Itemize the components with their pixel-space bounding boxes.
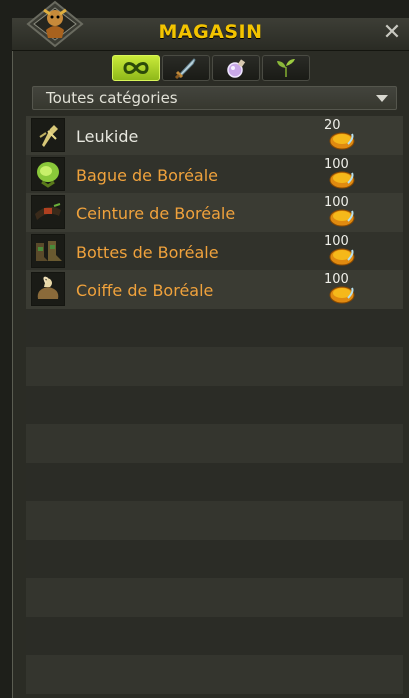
item-list: Leukide 20 Bague de Boréale 100 Ceinture… (26, 116, 403, 698)
empty-row (26, 462, 403, 501)
empty-row (26, 385, 403, 424)
list-item[interactable]: Bottes de Boréale 100 (26, 231, 403, 270)
empty-row (26, 539, 403, 578)
category-dropdown[interactable]: Toutes catégories (32, 86, 397, 110)
empty-row (26, 347, 403, 386)
empty-row (26, 655, 403, 694)
empty-row (26, 616, 403, 655)
hat-icon (31, 272, 65, 306)
empty-row (26, 501, 403, 540)
item-name: Bague de Boréale (76, 165, 219, 185)
list-item[interactable]: Leukide 20 (26, 116, 403, 155)
potion-icon (227, 59, 246, 78)
plant-icon (277, 59, 295, 77)
item-name: Leukide (76, 127, 139, 146)
tab-consumables[interactable] (212, 55, 260, 81)
tab-resources[interactable] (262, 55, 310, 81)
close-button[interactable]: ✕ (381, 20, 403, 46)
list-item[interactable]: Ceinture de Boréale 100 (26, 193, 403, 232)
belt-icon (31, 195, 65, 229)
ring-icon (31, 156, 65, 191)
kama-coin-icon (329, 132, 355, 150)
infinity-icon (123, 62, 149, 74)
category-tabs (112, 55, 310, 82)
kama-coin-icon (329, 209, 355, 227)
leukide-icon (31, 118, 65, 152)
empty-row (26, 308, 403, 347)
boots-icon (31, 233, 65, 268)
kama-coin-icon (329, 171, 355, 188)
dropdown-selected-value: Toutes catégories (46, 89, 178, 107)
item-name: Bottes de Boréale (76, 242, 219, 262)
item-name: Ceinture de Boréale (76, 204, 236, 223)
empty-row (26, 424, 403, 463)
tab-equipment[interactable] (162, 55, 210, 81)
empty-row (26, 578, 403, 617)
list-item[interactable]: Bague de Boréale 100 (26, 154, 403, 193)
character-emblem-icon (26, 0, 84, 48)
item-name: Coiffe de Boréale (76, 281, 214, 300)
kama-coin-icon (329, 286, 355, 304)
chevron-down-icon (376, 95, 388, 102)
sword-icon (174, 58, 196, 79)
list-item[interactable]: Coiffe de Boréale 100 (26, 270, 403, 309)
tab-all[interactable] (112, 55, 160, 81)
kama-coin-icon (329, 248, 355, 265)
